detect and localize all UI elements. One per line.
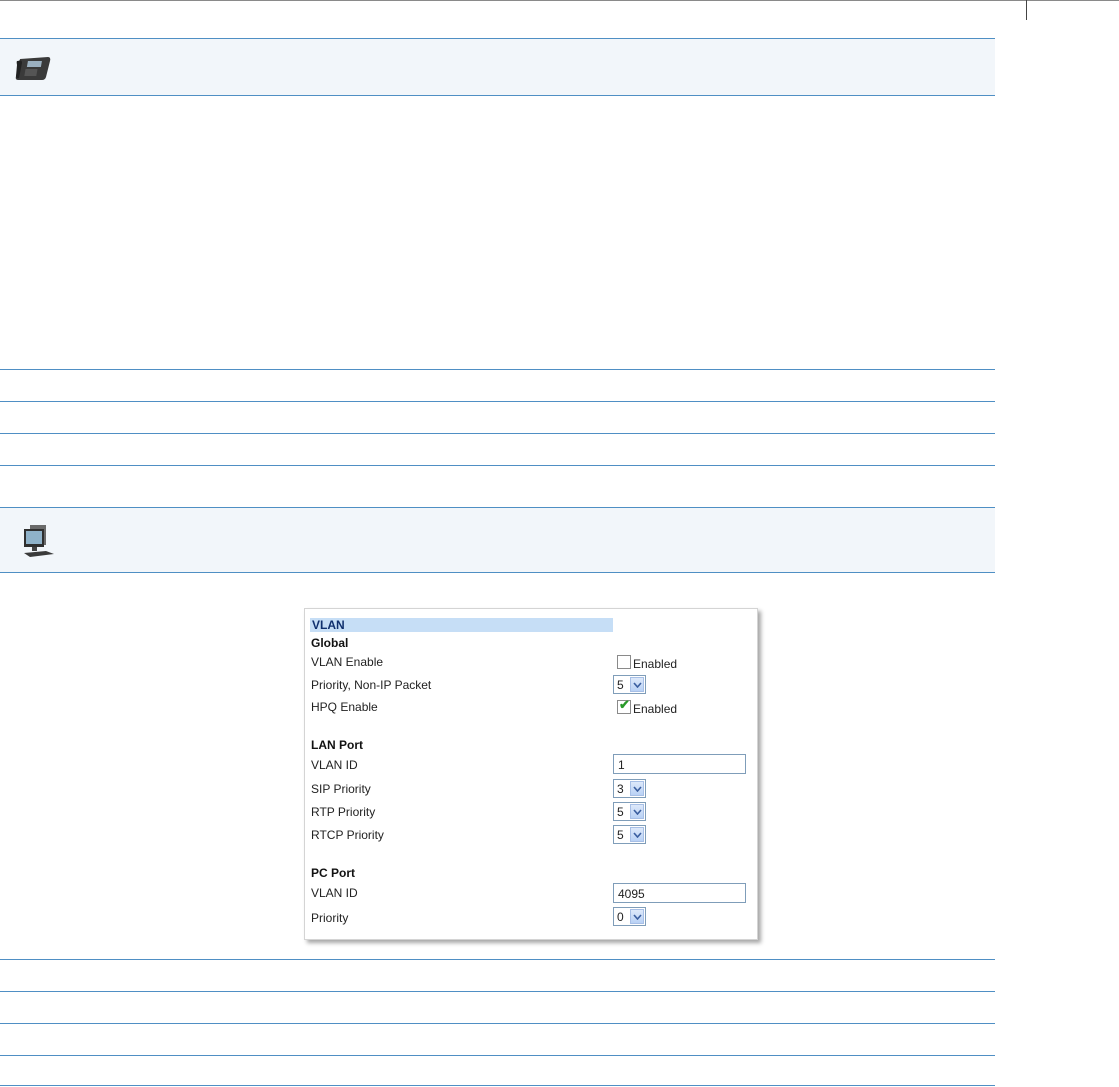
chevron-down-icon	[630, 827, 644, 842]
header-band-computer	[0, 507, 995, 573]
priority-non-ip-select[interactable]: 5	[613, 675, 646, 694]
header-band-phone	[0, 38, 995, 96]
rtcp-priority-label: RTCP Priority	[311, 828, 384, 842]
hpq-enable-label: HPQ Enable	[311, 700, 378, 714]
vlan-settings-panel: VLAN Global VLAN Enable Enabled Priority…	[304, 608, 758, 940]
select-value: 5	[617, 828, 624, 842]
rtp-priority-select[interactable]: 5	[613, 802, 646, 821]
chevron-down-icon	[630, 677, 644, 692]
divider-line	[0, 991, 995, 992]
divider-line	[0, 1023, 995, 1024]
chevron-down-icon	[630, 909, 644, 924]
divider-line	[0, 1055, 995, 1056]
lan-vlan-id-input[interactable]: 1	[613, 754, 746, 774]
hpq-enable-checkbox[interactable]: ✔	[617, 697, 631, 714]
side-rule	[1026, 0, 1027, 20]
select-value: 0	[617, 910, 624, 924]
chevron-down-icon	[630, 781, 644, 796]
section-heading-global: Global	[311, 636, 349, 650]
input-value: 4095	[618, 887, 645, 901]
section-heading-pc-port: PC Port	[311, 866, 356, 880]
pc-vlan-id-input[interactable]: 4095	[613, 883, 746, 903]
checkmark-icon: ✔	[619, 697, 630, 712]
select-value: 3	[617, 782, 624, 796]
phone-icon	[15, 57, 51, 80]
divider-line	[0, 465, 995, 466]
divider-line	[0, 959, 995, 960]
chevron-down-icon	[630, 804, 644, 819]
select-value: 5	[617, 678, 624, 692]
sip-priority-label: SIP Priority	[311, 782, 371, 796]
priority-non-ip-label: Priority, Non-IP Packet	[311, 678, 432, 692]
pc-vlan-id-label: VLAN ID	[311, 886, 358, 900]
divider-line	[0, 401, 995, 402]
input-value: 1	[618, 758, 625, 772]
divider-line	[0, 433, 995, 434]
vlan-enable-option-label: Enabled	[633, 657, 678, 671]
section-heading-lan-port: LAN Port	[311, 738, 363, 752]
lan-vlan-id-label: VLAN ID	[311, 758, 358, 772]
sip-priority-select[interactable]: 3	[613, 779, 646, 798]
vlan-enable-label: VLAN Enable	[311, 655, 384, 669]
select-value: 5	[617, 805, 624, 819]
hpq-enable-option-label: Enabled	[633, 702, 678, 716]
top-rule	[0, 0, 1119, 1]
rtp-priority-label: RTP Priority	[311, 805, 376, 819]
divider-line	[0, 369, 995, 370]
pc-priority-label: Priority	[311, 911, 349, 925]
vlan-enable-checkbox[interactable]	[617, 655, 631, 669]
divider-line	[0, 1085, 995, 1086]
rtcp-priority-select[interactable]: 5	[613, 825, 646, 844]
panel-title: VLAN	[310, 618, 613, 632]
pc-priority-select[interactable]: 0	[613, 907, 646, 926]
computer-icon	[24, 525, 54, 557]
